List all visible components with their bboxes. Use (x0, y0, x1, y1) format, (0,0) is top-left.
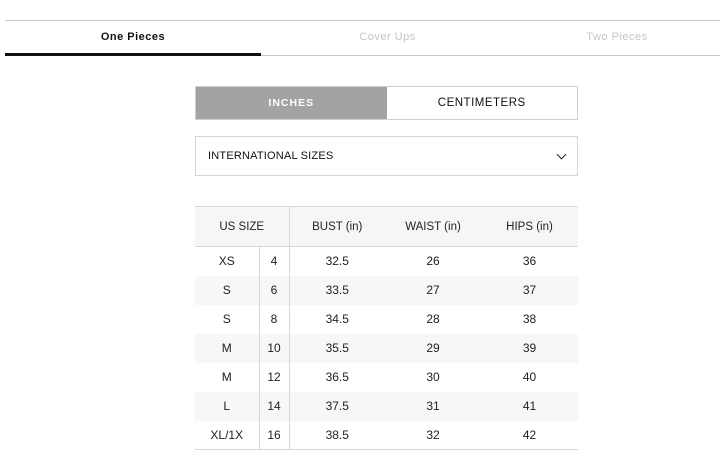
size-rows: XS 4 32.5 26 36 S 6 33.5 27 37 S 8 34.5 28 38 M 10 35.5 29… (195, 246, 578, 450)
unit-toggle: INCHES CENTIMETERS (195, 86, 578, 120)
cell-us-number: 8 (258, 304, 290, 334)
cell-us-number: 14 (258, 391, 290, 421)
tab-one-pieces[interactable]: One Pieces (5, 21, 261, 56)
cell-hips: 41 (481, 391, 578, 421)
cell-us-size: M (221, 370, 232, 384)
cell-bust: 33.5 (289, 275, 385, 305)
inches-button[interactable]: INCHES (196, 87, 387, 119)
chevron-down-icon (556, 149, 567, 159)
cell-us-size: XL/1X (195, 420, 259, 450)
category-tabs: One Pieces Cover Ups Two Pieces (5, 20, 720, 56)
cell-bust: 34.5 (325, 312, 349, 326)
cell-hips: 42 (481, 420, 578, 450)
size-system-select[interactable]: INTERNATIONAL SIZES (195, 136, 578, 176)
header-waist: WAIST (in) (385, 206, 481, 247)
table-row: M 10 35.5 29 39 (195, 333, 578, 363)
cell-waist: 32 (385, 420, 481, 450)
cell-us-number: 12 (258, 362, 290, 392)
cell-waist: 31 (385, 391, 481, 421)
table-row: XL/1X 16 38.5 32 42 (195, 420, 578, 450)
cell-us-number: 10 (258, 333, 290, 363)
cell-us-number: 6 (258, 275, 290, 305)
cell-us-size: XS (218, 254, 235, 269)
cell-us-size: S (222, 312, 231, 326)
tab-cover-ups[interactable]: Cover Ups (261, 21, 514, 55)
cell-us-number: 4 (258, 246, 290, 276)
table-row: M 12 36.5 30 40 (195, 362, 578, 392)
cell-bust: 35.5 (289, 333, 385, 363)
cell-us-size: L (195, 391, 259, 421)
cell-waist: 28 (426, 312, 440, 326)
cell-bust: 37.5 (289, 391, 385, 421)
header-us-size: US SIZE (195, 206, 290, 247)
size-system-value: INTERNATIONAL SIZES (208, 150, 334, 162)
header-hips: HIPS (in) (481, 206, 578, 247)
centimeters-button[interactable]: CENTIMETERS (387, 87, 578, 119)
table-row: XS 4 32.5 26 36 (195, 246, 578, 276)
table-row: S 8 34.5 28 38 (195, 304, 578, 334)
cell-waist: 29 (385, 333, 481, 363)
cell-hips: 36 (522, 254, 537, 269)
table-row: S 6 33.5 27 37 (195, 275, 578, 305)
cell-hips: 38 (522, 312, 537, 326)
tab-two-pieces[interactable]: Two Pieces (514, 21, 720, 55)
header-bust: BUST (in) (289, 206, 385, 247)
cell-waist: 27 (385, 275, 481, 305)
cell-bust: 38.5 (289, 420, 385, 450)
cell-us-size: M (195, 333, 259, 363)
table-row: L 14 37.5 31 41 (195, 391, 578, 421)
cell-waist: 26 (426, 254, 440, 269)
cell-hips: 40 (522, 370, 537, 384)
size-chart-table: US SIZE BUST (in) WAIST (in) HIPS (in) X… (195, 206, 578, 450)
cell-hips: 37 (481, 275, 578, 305)
cell-us-number: 16 (258, 420, 290, 450)
cell-us-size: S (195, 275, 259, 305)
cell-bust: 32.5 (325, 254, 349, 269)
cell-hips: 39 (481, 333, 578, 363)
table-header-row: US SIZE BUST (in) WAIST (in) HIPS (in) (195, 206, 578, 247)
cell-bust: 36.5 (325, 370, 349, 384)
cell-waist: 30 (426, 370, 440, 384)
